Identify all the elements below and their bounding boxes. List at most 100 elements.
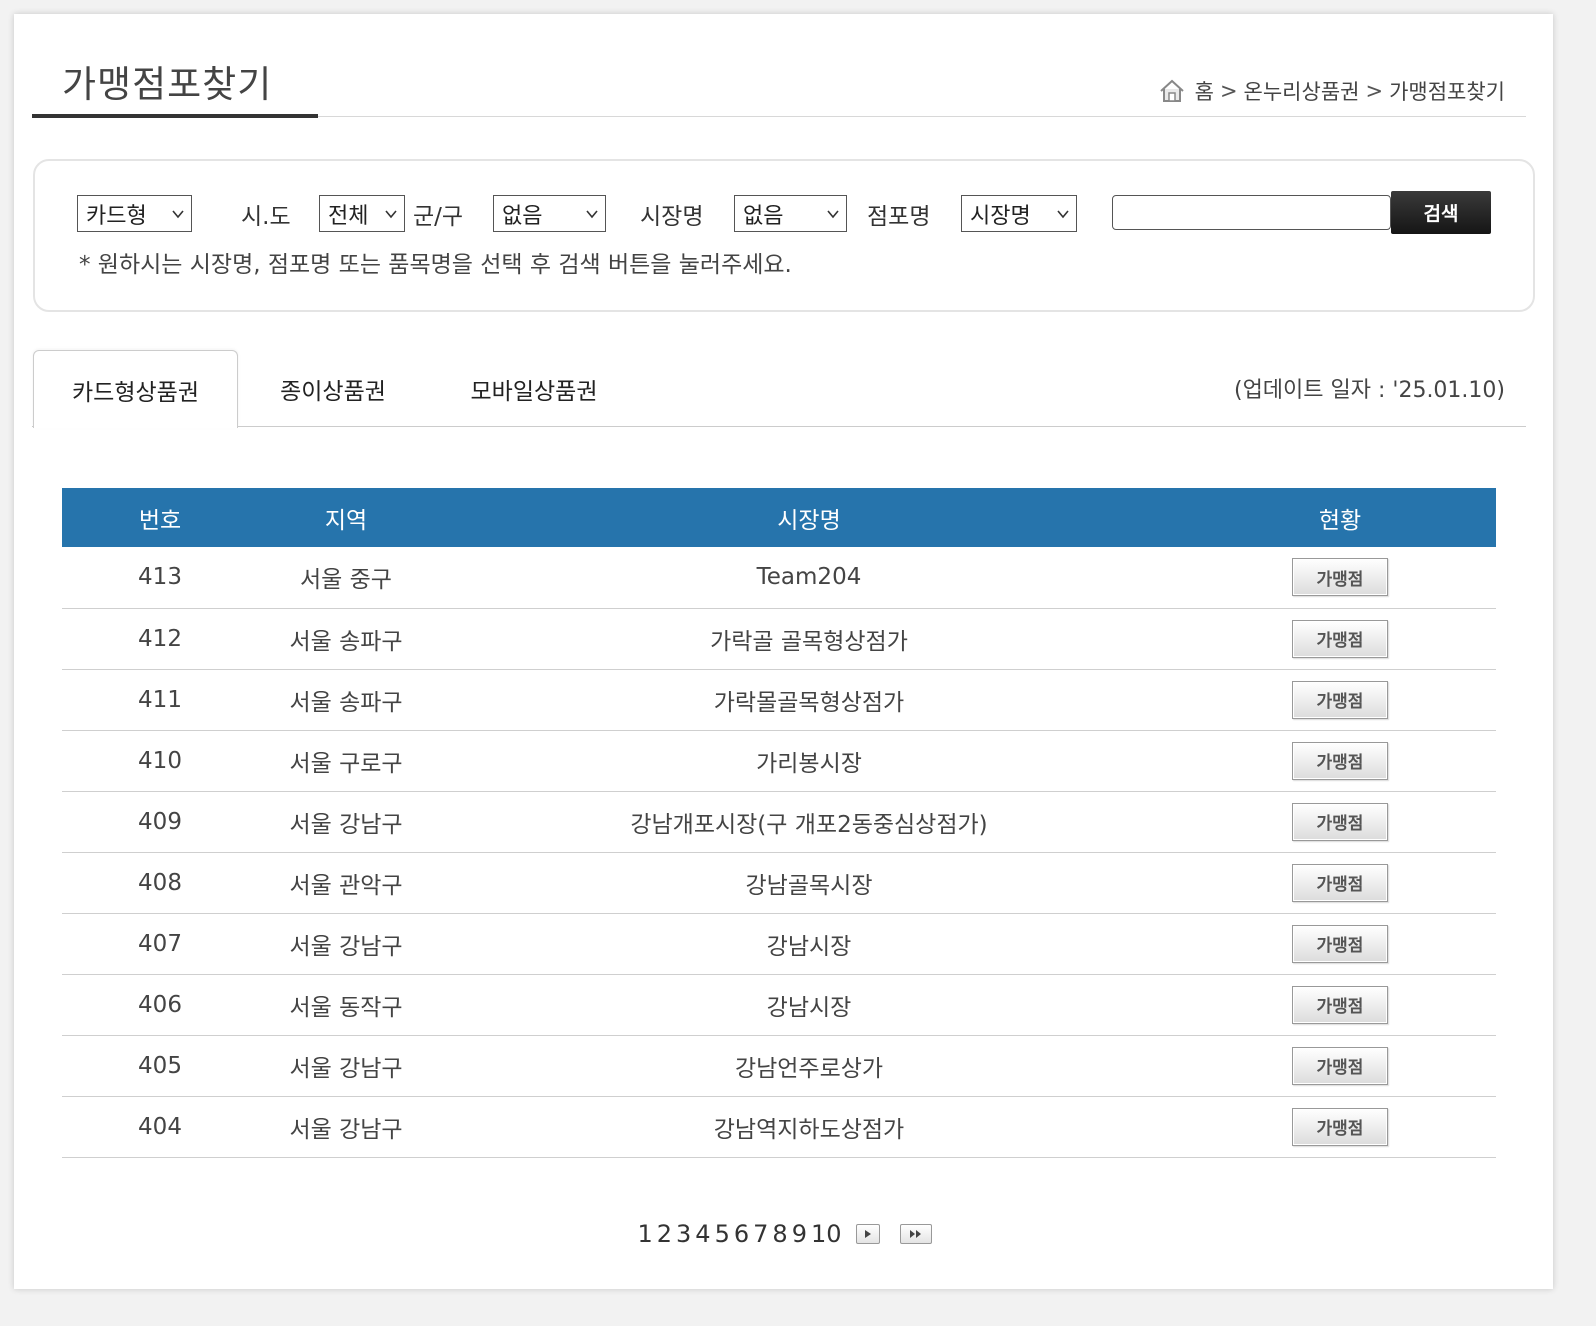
page-link-4[interactable]: 4 [695, 1220, 710, 1248]
row-market: 가락골 골목형상점가 [434, 608, 1184, 670]
chevron-right-icon: > [1365, 79, 1384, 103]
breadcrumb-current: 가맹점포찾기 [1389, 80, 1505, 104]
gugun-value: 없음 [502, 203, 543, 229]
header-region: 지역 [258, 488, 434, 547]
breadcrumb-onnuri[interactable]: 온누리상품권 [1244, 76, 1360, 106]
view-shops-button[interactable]: 가맹점 [1292, 741, 1388, 780]
row-number: 404 [62, 1096, 258, 1158]
view-shops-button[interactable]: 가맹점 [1292, 1107, 1388, 1146]
view-shops-button[interactable]: 가맹점 [1292, 680, 1388, 719]
page-link-7[interactable]: 7 [753, 1220, 768, 1248]
table-row: 406 서울 동작구 강남시장 가맹점 [62, 974, 1496, 1036]
breadcrumb: 홈 > 온누리상품권 > 가맹점포찾기 [1159, 76, 1505, 106]
table-row: 413 서울 중구 Team204 가맹점 [62, 547, 1496, 609]
play-icon [864, 1230, 871, 1238]
row-region: 서울 중구 [258, 547, 434, 609]
view-shops-button[interactable]: 가맹점 [1292, 1046, 1388, 1085]
row-number: 410 [62, 730, 258, 792]
table-row: 410 서울 구로구 가리봉시장 가맹점 [62, 730, 1496, 792]
row-number: 407 [62, 913, 258, 975]
tab-mobile-voucher[interactable]: 모바일상품권 [434, 350, 634, 427]
row-number: 411 [62, 669, 258, 731]
page-link-5[interactable]: 5 [715, 1220, 730, 1248]
row-market: 가리봉시장 [434, 730, 1184, 792]
row-market: Team204 [434, 547, 1184, 609]
page-link-8[interactable]: 8 [772, 1220, 787, 1248]
tab-card-voucher[interactable]: 카드형상품권 [33, 350, 238, 428]
page-link-6[interactable]: 6 [734, 1220, 749, 1248]
market-value: 없음 [743, 203, 784, 229]
page-link-2[interactable]: 2 [657, 1220, 672, 1248]
last-page-button[interactable] [899, 1224, 932, 1244]
gugun-select[interactable]: 없음 [493, 195, 606, 232]
table-row: 407 서울 강남구 강남시장 가맹점 [62, 913, 1496, 975]
row-market: 강남역지하도상점가 [434, 1096, 1184, 1158]
row-region: 서울 관악구 [258, 852, 434, 914]
row-status: 가맹점 [1184, 852, 1496, 914]
view-shops-button[interactable]: 가맹점 [1292, 619, 1388, 658]
page-container: 가맹점포찾기 홈 > 온누리상품권 > 가맹점포찾기 카드형 시.도 전체 군/… [14, 14, 1553, 1289]
chevron-right-icon: > [1219, 79, 1238, 103]
shop-label: 점포명 [867, 204, 931, 230]
row-market: 강남언주로상가 [434, 1035, 1184, 1097]
sido-select[interactable]: 전체 [319, 195, 405, 232]
tab-paper-voucher[interactable]: 종이상품권 [244, 350, 422, 427]
chevron-down-icon [172, 209, 184, 218]
header-status: 현황 [1184, 488, 1496, 547]
row-number: 413 [62, 547, 258, 609]
page-link-10[interactable]: 10 [811, 1220, 842, 1248]
search-button[interactable]: 검색 [1391, 191, 1491, 234]
search-input[interactable] [1112, 195, 1391, 230]
row-status: 가맹점 [1184, 974, 1496, 1036]
row-status: 가맹점 [1184, 791, 1496, 853]
row-region: 서울 강남구 [258, 913, 434, 975]
row-market: 강남개포시장(구 개포2동중심상점가) [434, 791, 1184, 853]
chevron-down-icon [586, 209, 598, 218]
search-field-select[interactable]: 시장명 [961, 195, 1077, 232]
row-region: 서울 강남구 [258, 791, 434, 853]
market-select[interactable]: 없음 [734, 195, 847, 232]
page-link-9[interactable]: 9 [792, 1220, 807, 1248]
row-number: 408 [62, 852, 258, 914]
table-row: 408 서울 관악구 강남골목시장 가맹점 [62, 852, 1496, 914]
page-link-1[interactable]: 1 [637, 1220, 652, 1248]
row-status: 가맹점 [1184, 730, 1496, 792]
chevron-down-icon [827, 209, 839, 218]
row-number: 412 [62, 608, 258, 670]
search-field-value: 시장명 [970, 203, 1031, 229]
next-page-button[interactable] [855, 1224, 880, 1244]
table-row: 409 서울 강남구 강남개포시장(구 개포2동중심상점가) 가맹점 [62, 791, 1496, 853]
row-region: 서울 동작구 [258, 974, 434, 1036]
search-panel: 카드형 시.도 전체 군/구 없음 시장명 없음 점포명 시장명 검색 * 원하… [33, 159, 1535, 312]
home-icon[interactable] [1159, 78, 1185, 104]
update-date: (업데이트 일자 : '25.01.10) [1233, 378, 1505, 403]
view-shops-button[interactable]: 가맹점 [1292, 985, 1388, 1024]
table-row: 411 서울 송파구 가락몰골목형상점가 가맹점 [62, 669, 1496, 731]
view-shops-button[interactable]: 가맹점 [1292, 924, 1388, 963]
header-number: 번호 [62, 488, 258, 547]
sido-label: 시.도 [241, 204, 291, 230]
view-shops-button[interactable]: 가맹점 [1292, 802, 1388, 841]
search-hint: * 원하시는 시장명, 점포명 또는 품목명을 선택 후 검색 버튼을 눌러주세… [79, 252, 792, 278]
row-region: 서울 구로구 [258, 730, 434, 792]
row-status: 가맹점 [1184, 1096, 1496, 1158]
row-status: 가맹점 [1184, 913, 1496, 975]
breadcrumb-home[interactable]: 홈 [1195, 76, 1214, 106]
gift-type-select[interactable]: 카드형 [77, 195, 192, 232]
view-shops-button[interactable]: 가맹점 [1292, 558, 1388, 597]
table-row: 412 서울 송파구 가락골 골목형상점가 가맹점 [62, 608, 1496, 670]
market-label: 시장명 [640, 204, 704, 230]
table-row: 405 서울 강남구 강남언주로상가 가맹점 [62, 1035, 1496, 1097]
row-number: 409 [62, 791, 258, 853]
row-status: 가맹점 [1184, 669, 1496, 731]
table-header-row: 번호 지역 시장명 현황 [62, 488, 1496, 547]
sido-value: 전체 [328, 203, 369, 229]
chevron-down-icon [385, 209, 397, 218]
page-link-3[interactable]: 3 [676, 1220, 691, 1248]
row-region: 서울 강남구 [258, 1035, 434, 1097]
row-number: 405 [62, 1035, 258, 1097]
row-market: 강남시장 [434, 913, 1184, 975]
page-title: 가맹점포찾기 [62, 63, 273, 106]
view-shops-button[interactable]: 가맹점 [1292, 863, 1388, 902]
gugun-label: 군/구 [413, 204, 464, 230]
